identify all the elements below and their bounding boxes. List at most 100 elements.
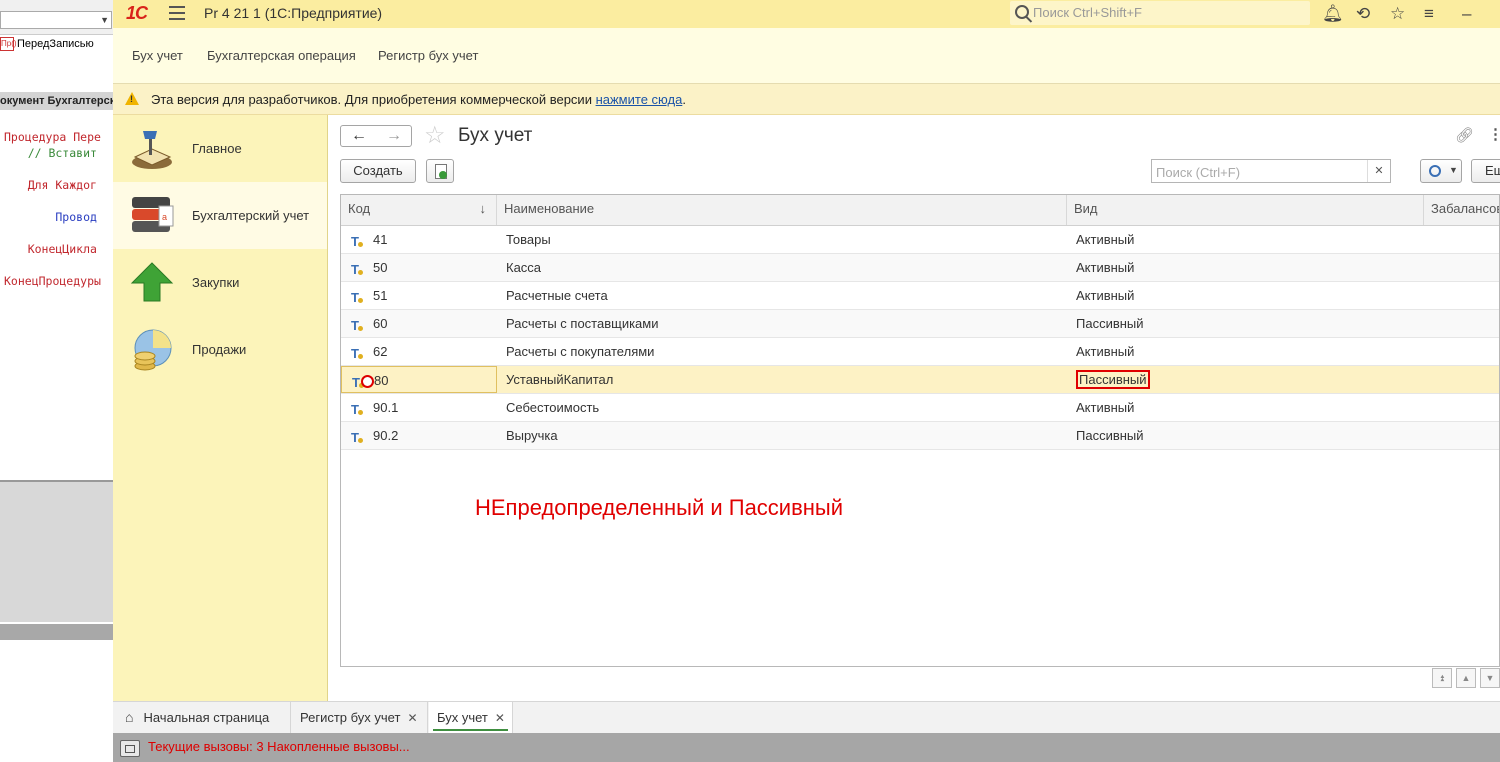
scroll-top-icon[interactable]: ⏫︎ (1432, 668, 1452, 688)
account-kind: Активный (1076, 344, 1135, 359)
close-icon[interactable]: ✕ (407, 711, 417, 725)
global-search-input[interactable]: Поиск Ctrl+Shift+F (1010, 1, 1310, 25)
windows-icon[interactable] (120, 740, 140, 757)
cell-offbalance[interactable] (1426, 254, 1499, 281)
column-header-code[interactable]: Код ↓ (341, 195, 497, 225)
cell-code[interactable]: T 50 (341, 254, 497, 281)
column-header-kind[interactable]: Вид (1067, 195, 1424, 225)
nav-label: Продажи (192, 342, 247, 357)
cell-kind[interactable]: Пассивный (1069, 422, 1424, 449)
cursor-marker-icon (361, 375, 374, 388)
minimize-icon[interactable]: – (1462, 4, 1471, 24)
forward-arrow-icon[interactable]: → (386, 127, 402, 145)
copy-button[interactable] (426, 159, 454, 183)
cell-code[interactable]: T 80 (341, 366, 497, 393)
account-icon: T (351, 401, 363, 417)
table-row[interactable]: T 50 Касса Активный (341, 254, 1499, 282)
cell-code[interactable]: T 62 (341, 338, 497, 365)
link-icon[interactable]: 🔗︎ (1455, 126, 1474, 144)
search-input[interactable] (1154, 163, 1368, 181)
banner-link[interactable]: нажмите сюда (596, 92, 683, 107)
cell-kind[interactable]: Пассивный (1069, 310, 1424, 337)
accounts-table[interactable]: Код↓ Наименование Вид Забалансовый T 41 То… (340, 194, 1500, 667)
cell-offbalance[interactable] (1426, 310, 1499, 337)
section-register[interactable]: Регистр бух учет (378, 48, 478, 63)
table-row[interactable]: T 90.1 Себестоимость Активный (341, 394, 1499, 422)
nav-item-main[interactable]: Главное (113, 115, 327, 182)
menu-icon[interactable] (169, 6, 185, 24)
cell-kind[interactable]: Активный (1069, 338, 1424, 365)
account-icon: T (351, 261, 363, 277)
nav-item-accounting[interactable]: a Бухгалтерский учет (113, 182, 327, 249)
section-buh-uchet[interactable]: Бух учет (132, 48, 183, 63)
tab-home[interactable]: ⌂ Начальная страница (113, 702, 291, 733)
cell-code[interactable]: T 41 (341, 226, 497, 253)
back-arrow-icon[interactable]: ← (351, 127, 367, 145)
create-button[interactable]: Создать (340, 159, 416, 183)
cell-name[interactable]: УставныйКапитал (499, 366, 1067, 393)
cell-offbalance[interactable] (1426, 226, 1499, 253)
column-header-offbalance[interactable]: Забалансовый (1424, 195, 1499, 225)
table-row[interactable]: T 51 Расчетные счета Активный (341, 282, 1499, 310)
cell-code[interactable]: T 51 (341, 282, 497, 309)
settings-menu-icon[interactable]: ≡ (1424, 4, 1434, 24)
editor-object-combo[interactable]: ▼ (0, 11, 112, 29)
history-icon[interactable]: ⟲ (1356, 4, 1370, 24)
account-kind: Активный (1076, 232, 1135, 247)
tab-buh-uchet[interactable]: Бух учет ✕ (429, 702, 513, 733)
cell-name[interactable]: Расчеты с поставщиками (499, 310, 1067, 337)
account-icon: T (351, 429, 363, 445)
cell-kind[interactable]: Активный (1069, 282, 1424, 309)
column-header-name[interactable]: Наименование (497, 195, 1067, 225)
cell-kind[interactable]: Активный (1069, 394, 1424, 421)
list-search-field[interactable]: ✕ (1151, 159, 1391, 183)
cell-name[interactable]: Касса (499, 254, 1067, 281)
window-title: Pr 4 21 1 (1С:Предприятие) (204, 5, 383, 21)
editor-message-area (0, 480, 113, 622)
chevron-down-icon: ▼ (1449, 165, 1458, 175)
cell-code[interactable]: T 90.1 (341, 394, 497, 421)
cell-code[interactable]: T 60 (341, 310, 497, 337)
cell-offbalance[interactable] (1426, 282, 1499, 309)
cell-kind[interactable]: Пассивный (1069, 366, 1424, 393)
cell-offbalance[interactable] (1426, 338, 1499, 365)
table-row[interactable]: T 41 Товары Активный (341, 226, 1499, 254)
section-buh-operation[interactable]: Бухгалтерская операция (207, 48, 356, 63)
bell-icon[interactable]: 🔔︎ (1322, 4, 1344, 24)
nav-item-sales[interactable]: Продажи (113, 316, 327, 383)
svg-text:a: a (162, 212, 167, 222)
close-icon[interactable]: ✕ (495, 711, 505, 725)
cell-name[interactable]: Расчеты с покупателями (499, 338, 1067, 365)
code-line: КонецПроцедуры (4, 274, 101, 288)
more-button[interactable]: Еще (1471, 159, 1500, 183)
cell-name[interactable]: Расчетные счета (499, 282, 1067, 309)
find-button[interactable]: ▼ (1420, 159, 1462, 183)
cell-offbalance[interactable] (1426, 394, 1499, 421)
cell-offbalance[interactable] (1426, 422, 1499, 449)
chevron-down-icon[interactable]: ▼ (100, 15, 109, 25)
table-row[interactable]: T 90.2 Выручка Пассивный (341, 422, 1499, 450)
account-code: 41 (373, 232, 388, 247)
cell-kind[interactable]: Активный (1069, 226, 1424, 253)
favorite-star-icon[interactable]: ☆ (424, 121, 446, 150)
scroll-down-icon[interactable]: ▼ (1480, 668, 1500, 688)
editor-scrollbar[interactable] (0, 624, 113, 640)
table-row[interactable]: T 60 Расчеты с поставщиками Пассивный (341, 310, 1499, 338)
nav-item-purchases[interactable]: Закупки (113, 249, 327, 316)
cell-kind[interactable]: Активный (1069, 254, 1424, 281)
cell-name[interactable]: Выручка (499, 422, 1067, 449)
status-calls-text[interactable]: Текущие вызовы: 3 Накопленные вызовы... (148, 739, 410, 754)
sort-arrow-icon: ↓ (479, 201, 487, 216)
tab-register[interactable]: Регистр бух учет ✕ (292, 702, 428, 733)
cell-code[interactable]: T 90.2 (341, 422, 497, 449)
form-more-icon[interactable]: ⋮ (1488, 125, 1500, 143)
cell-offbalance[interactable] (1426, 366, 1499, 393)
cell-name[interactable]: Товары (499, 226, 1067, 253)
scroll-up-icon[interactable]: ▲ (1456, 668, 1476, 688)
clear-search-icon[interactable]: ✕ (1367, 160, 1390, 182)
table-row[interactable]: T 80 УставныйКапитал Пассивный (341, 366, 1499, 394)
table-row[interactable]: T 62 Расчеты с покупателями Активный (341, 338, 1499, 366)
star-icon[interactable]: ☆ (1390, 4, 1405, 24)
procedure-selector[interactable]: Пр()ПередЗаписью (0, 37, 113, 55)
cell-name[interactable]: Себестоимость (499, 394, 1067, 421)
